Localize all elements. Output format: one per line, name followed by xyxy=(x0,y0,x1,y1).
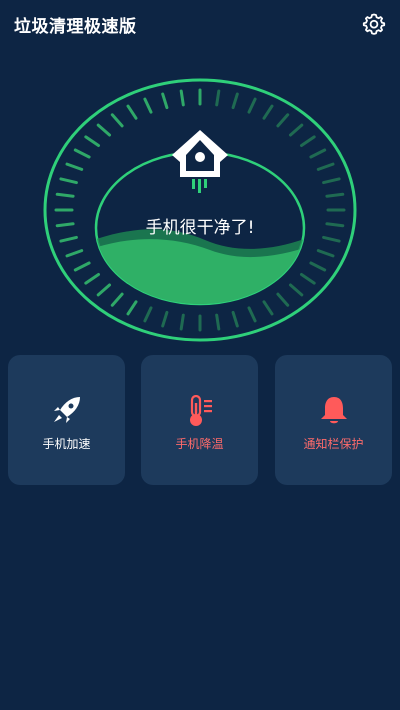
gauge-tick xyxy=(126,104,138,120)
gauge-tick xyxy=(247,306,257,323)
gauge-tick xyxy=(96,283,111,297)
gauge-tick xyxy=(322,177,341,185)
gauge-graphic xyxy=(43,78,357,342)
gauge-tick xyxy=(316,249,335,258)
gauge-tick xyxy=(309,261,327,272)
gauge-tick xyxy=(325,192,345,198)
gauge-tick xyxy=(96,123,111,137)
gauge-tick xyxy=(309,148,327,159)
gauge-tick xyxy=(215,313,221,331)
gauge-tick xyxy=(73,148,91,159)
app-title: 垃圾清理极速版 xyxy=(14,17,137,37)
gauge-tick xyxy=(300,135,316,147)
gauge-tick xyxy=(179,89,185,107)
gauge-tick xyxy=(215,89,221,107)
gauge-tick xyxy=(110,292,124,307)
gauge-tick xyxy=(126,300,138,316)
gauge-tick xyxy=(55,192,75,198)
settings-button[interactable] xyxy=(362,12,386,36)
gauge-tick xyxy=(300,273,316,285)
gauge-tick xyxy=(143,306,153,323)
feature-cards: 手机加速 手机降温 通知栏保护 xyxy=(8,355,392,485)
gauge-tick xyxy=(65,162,84,171)
gauge-tick xyxy=(231,92,239,110)
thermometer-icon xyxy=(141,395,258,427)
gauge-tick xyxy=(247,97,257,114)
notification-protect-card[interactable]: 通知栏保护 xyxy=(275,355,392,485)
gauge-tick xyxy=(65,249,84,258)
status-message: 手机很干净了! xyxy=(145,218,255,238)
phone-boost-label: 手机加速 xyxy=(42,437,91,451)
gauge-tick xyxy=(110,113,124,128)
phone-cooling-label: 手机降温 xyxy=(175,437,224,451)
gauge-tick xyxy=(276,292,290,307)
phone-boost-card[interactable]: 手机加速 xyxy=(8,355,125,485)
phone-cooling-card[interactable]: 手机降温 xyxy=(141,355,258,485)
gauge-tick xyxy=(262,104,274,120)
gauge-tick xyxy=(316,162,335,171)
gauge-tick xyxy=(276,113,290,128)
gauge-tick xyxy=(73,261,91,272)
gauge-tick xyxy=(84,273,100,285)
bell-icon xyxy=(275,395,392,427)
gauge-tick xyxy=(143,97,153,114)
gauge-tick xyxy=(262,300,274,316)
gauge-tick xyxy=(161,310,169,328)
gauge-tick xyxy=(161,92,169,110)
rocket-icon xyxy=(8,395,125,427)
gauge-tick xyxy=(59,177,78,185)
app-screen: 垃圾清理极速版 手机很干净了! 手机加速 手机降温 通知栏保护 xyxy=(0,0,400,710)
notification-protect-label: 通知栏保护 xyxy=(303,437,364,451)
gauge-tick xyxy=(289,123,304,137)
clean-status-gauge: 手机很干净了! xyxy=(40,75,360,345)
gear-icon xyxy=(362,13,386,35)
gauge-tick xyxy=(289,283,304,297)
gauge-tick xyxy=(179,313,185,331)
gauge-tick xyxy=(84,135,100,147)
gauge-tick xyxy=(231,310,239,328)
